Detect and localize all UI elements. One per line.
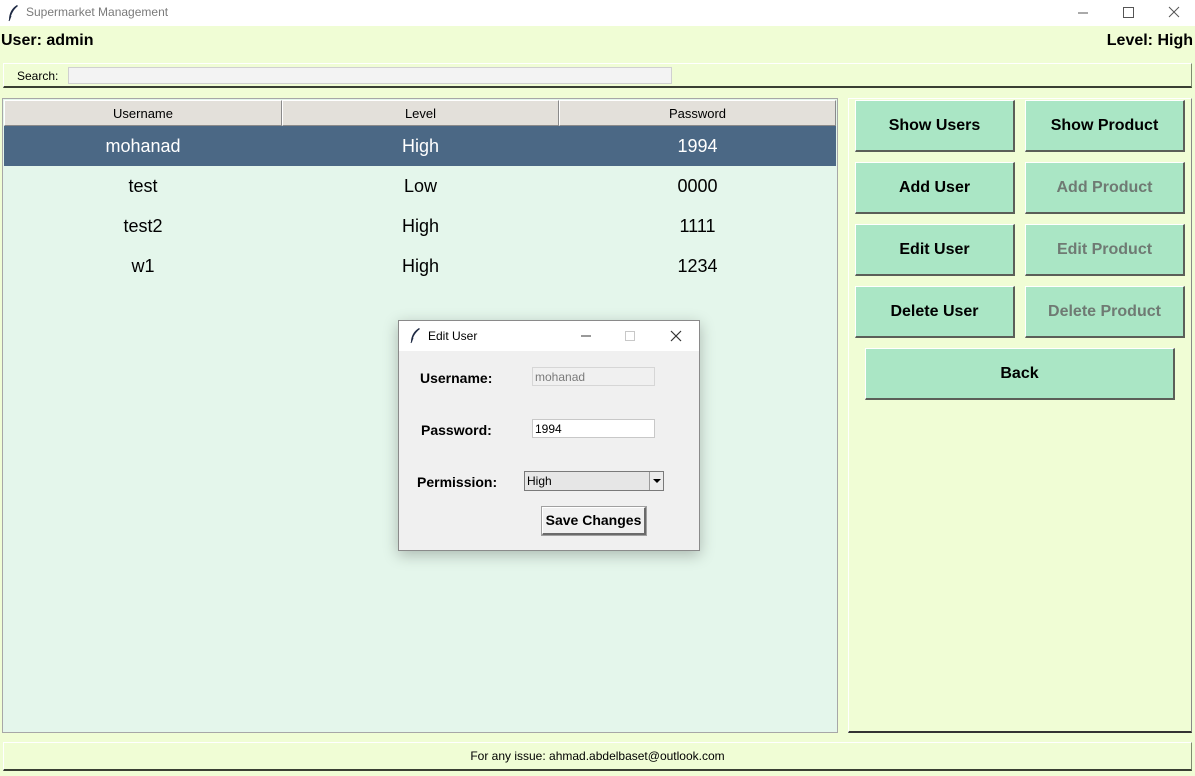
feather-icon: [410, 328, 420, 344]
cell-username: mohanad: [105, 136, 181, 156]
maximize-icon: [1123, 7, 1134, 18]
table-row[interactable]: w1 High 1234: [4, 246, 836, 286]
chevron-down-icon: [653, 479, 661, 483]
table-row[interactable]: test2 High 1111: [4, 206, 836, 246]
dialog-titlebar: Edit User: [399, 321, 699, 351]
delete-product-button[interactable]: Delete Product: [1025, 286, 1185, 338]
table-body: mohanad High 1994 test Low 0000 test2 Hi…: [4, 126, 836, 286]
column-header-username[interactable]: Username: [4, 100, 282, 126]
cell-level: High: [401, 256, 440, 276]
cell-username: w1: [131, 256, 155, 276]
password-label: Password:: [421, 422, 492, 438]
cell-username: test: [128, 176, 158, 196]
edit-product-button[interactable]: Edit Product: [1025, 224, 1185, 276]
footer-contact: For any issue: ahmad.abdelbaset@outlook.…: [3, 742, 1192, 771]
search-label: Search:: [17, 69, 59, 83]
window-title: Supermarket Management: [26, 5, 169, 19]
permission-value: High: [527, 474, 552, 488]
password-field[interactable]: [532, 419, 655, 438]
cell-level: Low: [403, 176, 438, 196]
maximize-icon: [625, 331, 635, 341]
window-titlebar: Supermarket Management: [0, 0, 1195, 26]
cell-password: 1994: [677, 136, 718, 156]
add-user-button[interactable]: Add User: [855, 162, 1015, 214]
show-users-button[interactable]: Show Users: [855, 100, 1015, 152]
close-icon: [1168, 6, 1180, 18]
search-input[interactable]: [68, 67, 672, 84]
dialog-title: Edit User: [428, 329, 478, 343]
search-bar: Search:: [3, 63, 1192, 88]
table-row-selected[interactable]: mohanad High 1994: [4, 126, 836, 166]
username-field: [532, 367, 655, 386]
edit-user-button[interactable]: Edit User: [855, 224, 1015, 276]
back-button[interactable]: Back: [865, 348, 1175, 400]
delete-user-button[interactable]: Delete User: [855, 286, 1015, 338]
cell-username: test2: [123, 216, 163, 236]
dialog-close-button[interactable]: [654, 321, 698, 351]
close-icon: [670, 330, 682, 342]
cell-password: 0000: [677, 176, 718, 196]
column-header-password[interactable]: Password: [559, 100, 836, 126]
cell-password: 1234: [677, 256, 718, 276]
access-level-label: Level: High: [1106, 32, 1193, 49]
table-row[interactable]: test Low 0000: [4, 166, 836, 206]
cell-password: 1111: [679, 216, 716, 236]
permission-label: Permission:: [417, 474, 498, 490]
dialog-minimize-button[interactable]: [564, 321, 608, 351]
action-panel: Show Users Show Product Add User Add Pro…: [848, 98, 1192, 733]
show-product-button[interactable]: Show Product: [1025, 100, 1185, 152]
minimize-icon: [581, 335, 591, 337]
username-label: Username:: [420, 370, 493, 386]
add-product-button[interactable]: Add Product: [1025, 162, 1185, 214]
save-changes-button[interactable]: Save Changes: [541, 506, 647, 536]
minimize-icon: [1078, 12, 1088, 14]
permission-select[interactable]: High: [524, 471, 664, 491]
current-user-label: User: admin: [1, 32, 94, 49]
cell-level: High: [401, 136, 440, 156]
edit-user-dialog: Edit User Username: Password: Permission…: [398, 320, 700, 551]
maximize-button[interactable]: [1105, 0, 1151, 26]
table-header: Username Level Password: [4, 100, 836, 126]
column-header-level[interactable]: Level: [282, 100, 559, 126]
dropdown-arrow[interactable]: [649, 472, 663, 490]
feather-icon: [8, 5, 18, 22]
dialog-maximize-button: [608, 321, 652, 351]
minimize-button[interactable]: [1060, 0, 1106, 26]
cell-level: High: [401, 216, 440, 236]
close-button[interactable]: [1151, 0, 1195, 26]
